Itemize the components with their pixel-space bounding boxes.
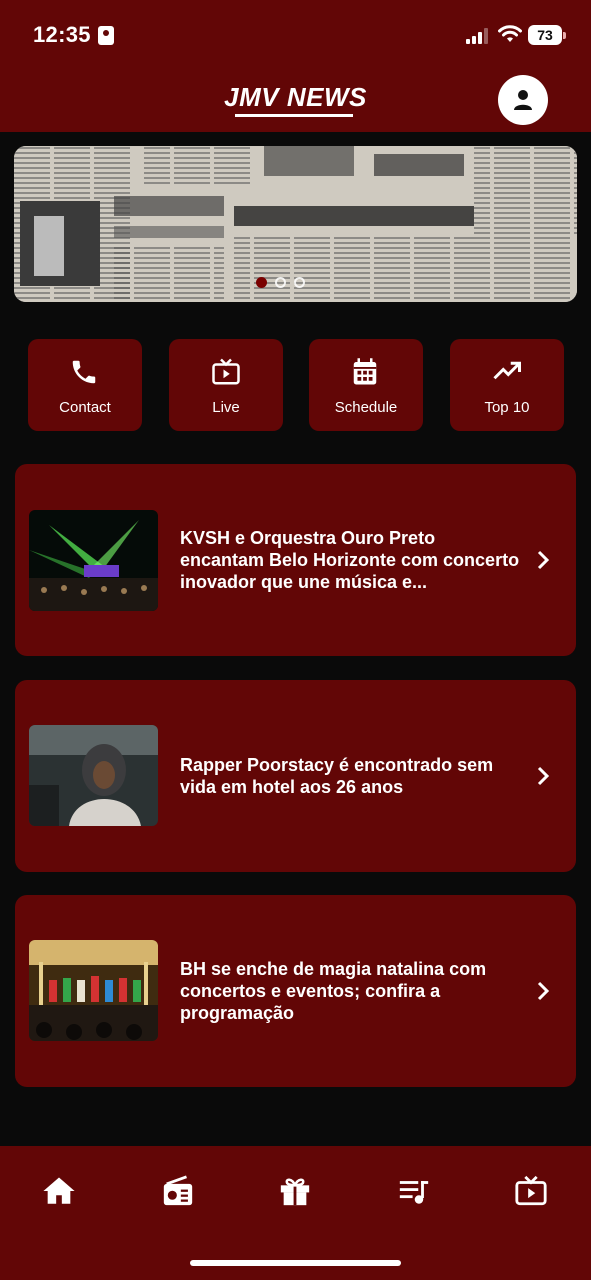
battery-icon: 73 <box>528 25 566 45</box>
news-thumbnail <box>29 940 158 1041</box>
news-thumbnail <box>29 725 158 826</box>
schedule-button[interactable]: Schedule <box>309 339 423 431</box>
chevron-right-icon <box>537 766 550 786</box>
live-label: Live <box>212 399 240 416</box>
news-card[interactable]: BH se enche de magia natalina com concer… <box>15 895 576 1087</box>
profile-button[interactable] <box>498 75 548 125</box>
home-indicator <box>190 1260 401 1266</box>
live-button[interactable]: Live <box>169 339 283 431</box>
calendar-icon <box>353 358 377 385</box>
user-icon <box>514 90 532 110</box>
chevron-right-icon <box>537 981 550 1001</box>
quick-actions: Contact Live Schedule Top 10 <box>28 339 564 431</box>
carousel-dot[interactable] <box>275 277 286 288</box>
news-title: BH se enche de magia natalina com concer… <box>180 959 487 1023</box>
app-header: JMV NEWS <box>0 70 591 132</box>
trending-up-icon <box>493 361 521 380</box>
tv-icon[interactable] <box>513 1174 549 1208</box>
wifi-icon <box>498 25 522 42</box>
gift-icon[interactable] <box>277 1174 313 1208</box>
logo-underline <box>235 114 353 117</box>
home-icon[interactable] <box>41 1174 77 1208</box>
contact-button[interactable]: Contact <box>28 339 142 431</box>
status-bar: 12:35 73 <box>0 0 591 70</box>
news-thumbnail <box>29 510 158 611</box>
carousel-indicators[interactable] <box>256 277 305 288</box>
tv-icon <box>212 358 240 385</box>
bottom-nav <box>0 1146 591 1280</box>
playlist-icon[interactable] <box>396 1174 432 1208</box>
contact-card-icon <box>98 26 114 45</box>
radio-icon[interactable] <box>160 1174 196 1208</box>
battery-level: 73 <box>528 25 562 45</box>
contact-label: Contact <box>59 399 111 416</box>
schedule-label: Schedule <box>334 399 398 416</box>
top10-label: Top 10 <box>484 399 530 416</box>
top10-button[interactable]: Top 10 <box>450 339 564 431</box>
carousel-dot[interactable] <box>256 277 267 288</box>
status-time: 12:35 <box>33 22 91 47</box>
news-card[interactable]: KVSH e Orquestra Ouro Preto encantam Bel… <box>15 464 576 656</box>
news-card[interactable]: Rapper Poorstacy é encontrado sem vida e… <box>15 680 576 872</box>
cellular-signal-icon <box>466 28 488 44</box>
phone-icon <box>72 360 96 384</box>
chevron-right-icon <box>537 550 550 570</box>
news-title: Rapper Poorstacy é encontrado sem vida e… <box>180 755 494 797</box>
carousel-dot[interactable] <box>294 277 305 288</box>
news-title: KVSH e Orquestra Ouro Preto encantam Bel… <box>180 528 520 592</box>
